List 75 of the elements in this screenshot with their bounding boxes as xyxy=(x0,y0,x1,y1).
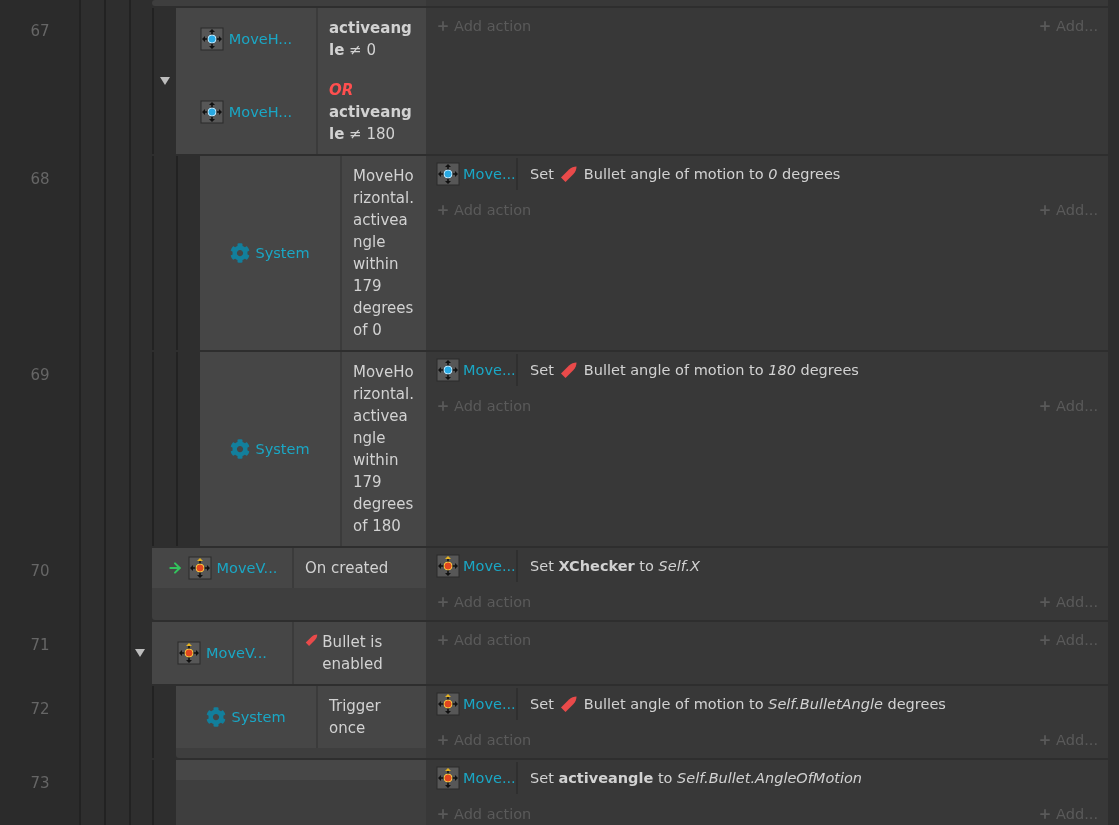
object-name: MoveV... xyxy=(206,645,267,661)
plus-icon xyxy=(1038,807,1053,821)
action-text: Bullet angle of motion to Self.BulletAngle degrees xyxy=(583,696,946,712)
plus-icon xyxy=(436,633,450,647)
action-verb: Set xyxy=(530,362,554,378)
plus-icon xyxy=(436,203,450,217)
plus-icon xyxy=(436,595,450,609)
condition-text: activeangle ≠ 0 xyxy=(329,18,413,61)
plus-icon xyxy=(1038,733,1053,747)
action-text: Bullet angle of motion to 0 degrees xyxy=(583,166,841,182)
plus-icon xyxy=(436,733,450,747)
move-arrows-icon xyxy=(436,692,460,716)
action-row[interactable]: Move... Set XChecker to Self.X xyxy=(426,548,1108,584)
plus-icon xyxy=(436,19,450,33)
condition-text: MoveHorizontal.activeangle within 179 degrees of 180 xyxy=(353,362,415,537)
object-name: MoveH... xyxy=(228,104,293,120)
object-name: Move... xyxy=(463,166,516,182)
condition-row[interactable]: MoveH... OR activeangle ≠ 180 xyxy=(176,70,426,154)
object-name: MoveV... xyxy=(216,560,278,576)
move-arrows-icon xyxy=(436,358,460,382)
plus-icon xyxy=(1038,595,1053,609)
action-text: Set activeangle to Self.Bullet.AngleOfMotion xyxy=(530,770,863,786)
line-number: 69 xyxy=(30,365,50,384)
plus-icon xyxy=(1038,399,1053,413)
action-verb: Set xyxy=(530,696,554,712)
move-arrows-icon xyxy=(436,766,460,790)
object-name: System xyxy=(231,709,286,725)
action-text: Bullet angle of motion to 180 degrees xyxy=(583,362,859,378)
line-number: 72 xyxy=(30,699,50,718)
condition-row[interactable]: MoveH... activeangle ≠ 0 xyxy=(176,8,426,70)
line-number: 68 xyxy=(30,169,50,188)
collapse-toggle-icon[interactable] xyxy=(159,75,171,87)
plus-icon xyxy=(436,807,450,821)
object-name: Move... xyxy=(463,558,516,574)
move-arrows-icon xyxy=(177,641,202,665)
object-name: System xyxy=(255,441,310,457)
move-arrows-icon xyxy=(187,556,212,580)
condition-row[interactable]: System MoveHorizontal.activeangle within 179 degrees of 0 xyxy=(200,156,426,350)
condition-text: MoveHorizontal.activeangle within 179 degrees of 0 xyxy=(353,166,415,341)
gear-icon xyxy=(206,707,227,727)
object-name: Move... xyxy=(463,696,516,712)
object-name: Move... xyxy=(463,362,516,378)
move-arrows-icon xyxy=(436,162,460,186)
gear-icon xyxy=(230,243,251,263)
line-number: 73 xyxy=(30,773,50,792)
object-name: System xyxy=(255,245,310,261)
action-row[interactable]: Move... Set activeangle to Self.Bullet.AngleOfMotion xyxy=(426,760,1108,796)
line-number: 70 xyxy=(30,561,50,580)
object-name: Move... xyxy=(463,770,516,786)
condition-text: activeangle ≠ 180 xyxy=(329,102,413,145)
line-number: 71 xyxy=(30,635,50,654)
condition-text: Trigger once xyxy=(329,696,382,739)
line-number: 67 xyxy=(30,21,50,40)
action-row[interactable]: Move... Set Bullet angle of motion to 180 degrees xyxy=(426,352,1108,388)
gear-icon xyxy=(230,439,251,459)
plus-icon xyxy=(436,399,450,413)
plus-icon xyxy=(1038,19,1053,33)
move-arrows-icon xyxy=(199,100,224,124)
condition-text: Bullet is enabled xyxy=(322,632,384,675)
condition-row[interactable]: System Trigger once xyxy=(176,686,426,748)
condition-text: On created xyxy=(305,558,389,579)
action-row[interactable]: Move... Set Bullet angle of motion to Self.BulletAngle degrees xyxy=(426,686,1108,722)
or-label: OR xyxy=(329,80,354,101)
plus-icon xyxy=(1038,633,1053,647)
condition-row[interactable]: MoveV... Bullet is enabled xyxy=(152,622,426,684)
action-verb: Set xyxy=(530,166,554,182)
collapse-toggle-icon[interactable] xyxy=(134,647,146,659)
condition-row[interactable]: System MoveHorizontal.activeangle within 179 degrees of 180 xyxy=(200,352,426,546)
move-arrows-icon xyxy=(199,27,224,51)
action-row[interactable]: Move... Set Bullet angle of motion to 0 degrees xyxy=(426,156,1108,192)
condition-row[interactable]: MoveV... On created xyxy=(152,548,426,588)
plus-icon xyxy=(1038,203,1053,217)
move-arrows-icon xyxy=(436,554,460,578)
action-text: Set XChecker to Self.X xyxy=(530,558,701,574)
object-name: MoveH... xyxy=(228,31,293,47)
